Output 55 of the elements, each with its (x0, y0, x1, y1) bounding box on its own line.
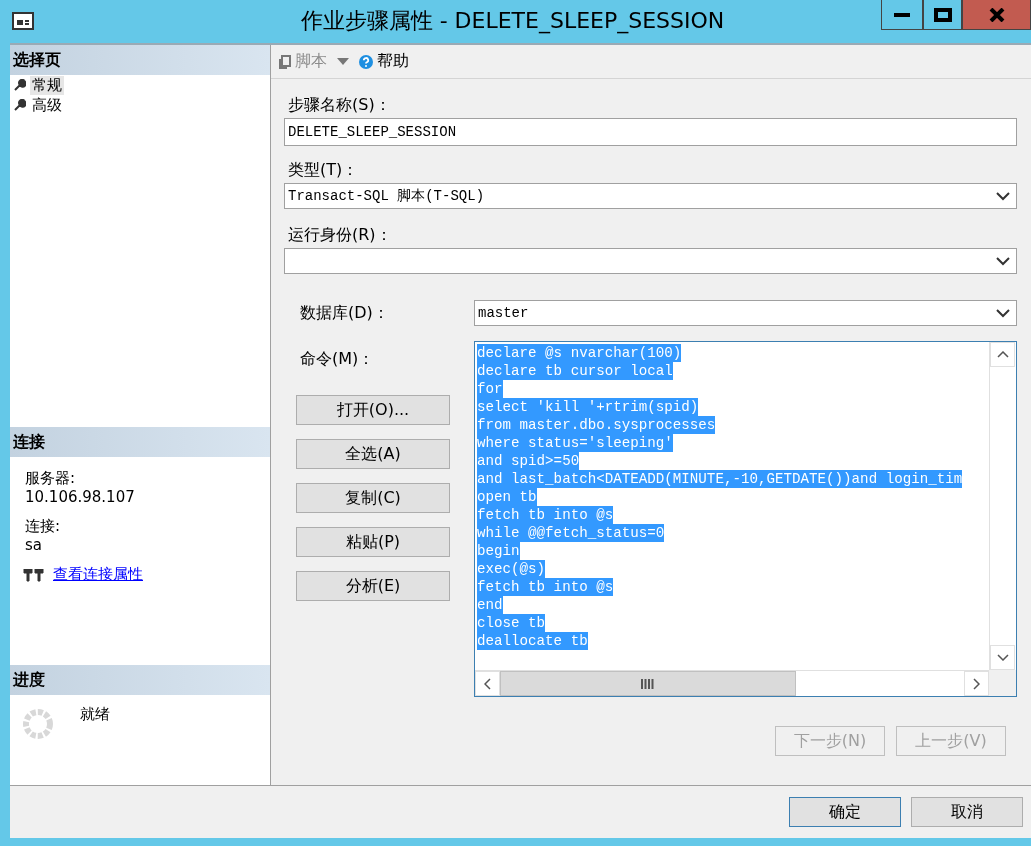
maximize-icon (933, 7, 952, 22)
dialog-button[interactable]: 确定 (789, 797, 901, 827)
connection-label: 服务器: (24, 469, 77, 488)
chevron-right-icon (973, 677, 980, 690)
window-icon (12, 12, 34, 30)
field-label: 运行身份(R)： (287, 224, 393, 246)
spinner-icon (23, 709, 53, 739)
command-button[interactable]: 复制(C) (296, 483, 450, 513)
field-label: 命令(M)： (299, 348, 376, 370)
wrench-icon (14, 79, 26, 91)
page-item[interactable]: 常规 (30, 75, 64, 95)
command-button[interactable]: 分析(E) (296, 571, 450, 601)
script-icon (279, 54, 291, 69)
connection-value: sa (24, 536, 43, 555)
chevron-down-icon (996, 654, 1009, 661)
chevron-up-icon (996, 351, 1009, 358)
plug-icon (23, 567, 44, 582)
minimize-icon (894, 12, 910, 17)
chevron-down-icon (996, 308, 1010, 318)
minimize-button[interactable] (881, 0, 923, 30)
field-label: 数据库(D)： (299, 302, 389, 324)
connection-label: 连接: (24, 517, 62, 536)
wrench-icon (14, 99, 26, 111)
command-button[interactable]: 打开(O)... (296, 395, 450, 425)
close-icon (988, 7, 1005, 22)
command-button[interactable]: 粘贴(P) (296, 527, 450, 557)
dialog-button[interactable]: 取消 (911, 797, 1023, 827)
field-label: 类型(T)： (287, 159, 360, 181)
connection-properties-link[interactable]: 查看连接属性 (53, 565, 143, 584)
window-title: 作业步骤属性 - DELETE_SLEEP_SESSION (299, 7, 726, 36)
close-button[interactable] (962, 0, 1031, 30)
dropdown-arrow-icon[interactable] (337, 58, 349, 65)
section-header: 选择页 (10, 45, 270, 75)
chevron-down-icon (996, 191, 1010, 201)
step-name-field[interactable]: DELETE_SLEEP_SESSION (284, 118, 1017, 146)
scrollbar-corner (989, 670, 1016, 696)
run-as-dropdown[interactable] (284, 248, 1017, 274)
database-dropdown[interactable]: master (474, 300, 1017, 326)
progress-status: 就绪 (79, 705, 110, 724)
connection-value: 10.106.98.107 (24, 488, 136, 507)
horizontal-scrollbar[interactable] (475, 670, 989, 696)
section-header: 连接 (10, 427, 270, 457)
grip-icon (641, 678, 655, 689)
maximize-button[interactable] (923, 0, 962, 30)
help-icon (359, 54, 373, 69)
page-item[interactable]: 高级 (30, 95, 64, 115)
chevron-left-icon (484, 677, 491, 690)
vertical-scrollbar[interactable] (989, 342, 1016, 670)
chevron-down-icon (996, 256, 1010, 266)
command-button[interactable]: 全选(A) (296, 439, 450, 469)
help-button[interactable]: 帮助 (359, 51, 409, 72)
command-editor[interactable] (474, 341, 1017, 697)
type-dropdown[interactable]: Transact-SQL 脚本(T-SQL) (284, 183, 1017, 209)
section-header: 进度 (10, 665, 270, 695)
field-label: 步骤名称(S)： (287, 94, 392, 116)
